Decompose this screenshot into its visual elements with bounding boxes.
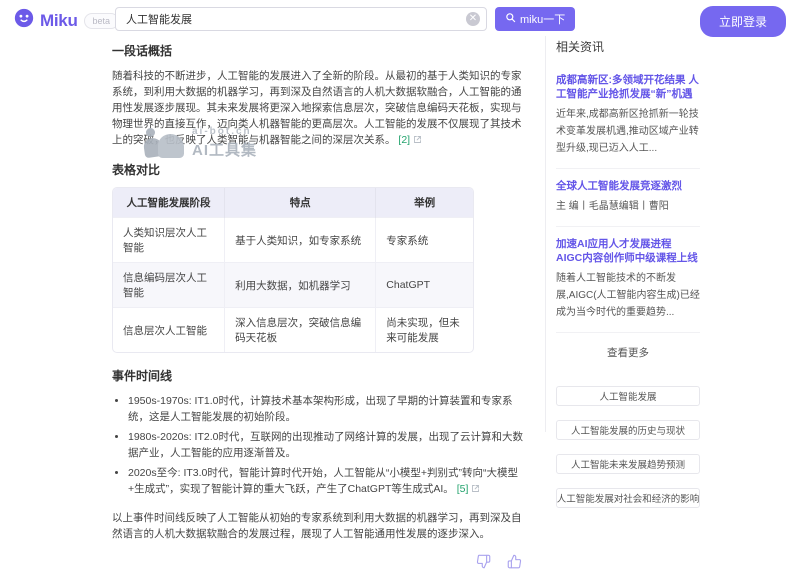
- view-more-button[interactable]: 查看更多: [556, 333, 700, 360]
- news-item: 加速AI应用人才发展进程 AIGC内容创作师中级课程上线 随着人工智能技术的不断…: [556, 227, 700, 333]
- table-cell: 尚未实现，但未来可能发展: [376, 308, 473, 353]
- search-input[interactable]: [115, 7, 487, 31]
- feedback-bar: [112, 554, 528, 569]
- table-cell: 信息编码层次人工智能: [113, 263, 225, 308]
- table-row: 信息层次人工智能 深入信息层次，突破信息编码天花板 尚未实现，但未来可能发展: [113, 308, 473, 353]
- suggested-query-button[interactable]: 人工智能发展: [556, 386, 700, 406]
- timeline-item: 1950s-1970s: IT1.0时代，计算技术基本架构形成，出现了早期的计算…: [128, 393, 528, 425]
- search-button[interactable]: miku一下: [495, 7, 575, 31]
- brand-name: Miku: [40, 11, 78, 31]
- table-cell: 信息层次人工智能: [113, 308, 225, 353]
- table-header-row: 人工智能发展阶段 特点 举例: [113, 188, 473, 218]
- login-button[interactable]: 立即登录: [700, 6, 786, 37]
- table-cell: 基于人类知识，如专家系统: [225, 218, 376, 263]
- news-title-link[interactable]: 加速AI应用人才发展进程 AIGC内容创作师中级课程上线: [556, 237, 700, 265]
- external-link-icon[interactable]: [413, 133, 422, 149]
- summary-title: 一段话概括: [112, 42, 528, 59]
- table-row: 人类知识层次人工智能 基于人类知识，如专家系统 专家系统: [113, 218, 473, 263]
- news-snippet: 随着人工智能技术的不断发展,AIGC(人工智能内容生成)已经成为当今时代的重要趋…: [556, 270, 700, 321]
- table-cell: 利用大数据，如机器学习: [225, 263, 376, 308]
- news-item: 成都高新区:多领域开花结果 人工智能产业抢抓发展“新”机遇 近年来,成都高新区抢…: [556, 63, 700, 169]
- conclusion-paragraph: 以上事件时间线反映了人工智能从初始的专家系统到利用大数据的机器学习，再到深及自然…: [112, 510, 528, 542]
- clear-search-icon[interactable]: ✕: [466, 12, 480, 26]
- table-section-title: 表格对比: [112, 161, 528, 178]
- vertical-divider: [545, 36, 546, 432]
- thumbs-up-icon[interactable]: [507, 554, 522, 569]
- suggested-query-button[interactable]: 人工智能未来发展趋势预测: [556, 454, 700, 474]
- answer-panel: ai-bot.cn AI工具集 一段话概括 随着科技的不断进步，人工智能的发展进…: [112, 42, 528, 569]
- news-snippet: 主 编丨毛晶慧编辑丨曹阳: [556, 198, 700, 215]
- app-logo[interactable]: Miku beta: [14, 8, 119, 33]
- comparison-table: 人工智能发展阶段 特点 举例 人类知识层次人工智能 基于人类知识，如专家系统 专…: [112, 187, 474, 353]
- beta-badge: beta: [84, 13, 120, 29]
- search-button-label: miku一下: [520, 11, 565, 27]
- search-bar: ✕ miku一下: [115, 7, 575, 31]
- sidebar-title: 相关资讯: [556, 38, 700, 55]
- suggested-query-button[interactable]: 人工智能发展的历史与现状: [556, 420, 700, 440]
- news-title-link[interactable]: 全球人工智能发展竞逐激烈: [556, 179, 700, 193]
- table-cell: 专家系统: [376, 218, 473, 263]
- news-snippet: 近年来,成都高新区抢抓新一轮技术变革发展机遇,推动区域产业转型升级,现已迈入人工…: [556, 106, 700, 157]
- table-cell: 人类知识层次人工智能: [113, 218, 225, 263]
- suggested-queries: 人工智能发展 人工智能发展的历史与现状 人工智能未来发展趋势预测 人工智能发展对…: [556, 386, 700, 508]
- news-item: 全球人工智能发展竞逐激烈 主 编丨毛晶慧编辑丨曹阳: [556, 169, 700, 227]
- table-cell: 深入信息层次，突破信息编码天花板: [225, 308, 376, 353]
- magnifier-icon: [505, 12, 516, 26]
- suggested-query-button[interactable]: 人工智能发展对社会和经济的影响: [556, 488, 700, 508]
- citation-link[interactable]: [5]: [457, 483, 469, 495]
- timeline-item: 1980s-2020s: IT2.0时代，互联网的出现推动了网络计算的发展，出现…: [128, 429, 528, 461]
- citation-link[interactable]: [2]: [398, 134, 410, 146]
- table-row: 信息编码层次人工智能 利用大数据，如机器学习 ChatGPT: [113, 263, 473, 308]
- news-title-link[interactable]: 成都高新区:多领域开花结果 人工智能产业抢抓发展“新”机遇: [556, 73, 700, 101]
- table-header-cell: 人工智能发展阶段: [113, 188, 225, 218]
- thumbs-down-icon[interactable]: [476, 554, 491, 569]
- timeline-title: 事件时间线: [112, 367, 528, 384]
- timeline-item: 2020s至今: IT3.0时代，智能计算时代开始，人工智能从“小模型+判别式”…: [128, 465, 528, 498]
- related-news-panel: 相关资讯 成都高新区:多领域开花结果 人工智能产业抢抓发展“新”机遇 近年来,成…: [556, 38, 700, 508]
- table-header-cell: 特点: [225, 188, 376, 218]
- table-header-cell: 举例: [376, 188, 473, 218]
- external-link-icon[interactable]: [471, 482, 480, 498]
- timeline-list: 1950s-1970s: IT1.0时代，计算技术基本架构形成，出现了早期的计算…: [128, 393, 528, 498]
- miku-face-icon: [14, 8, 34, 33]
- summary-paragraph: 随着科技的不断进步，人工智能的发展进入了全新的阶段。从最初的基于人类知识的专家系…: [112, 68, 528, 149]
- table-cell: ChatGPT: [376, 263, 473, 308]
